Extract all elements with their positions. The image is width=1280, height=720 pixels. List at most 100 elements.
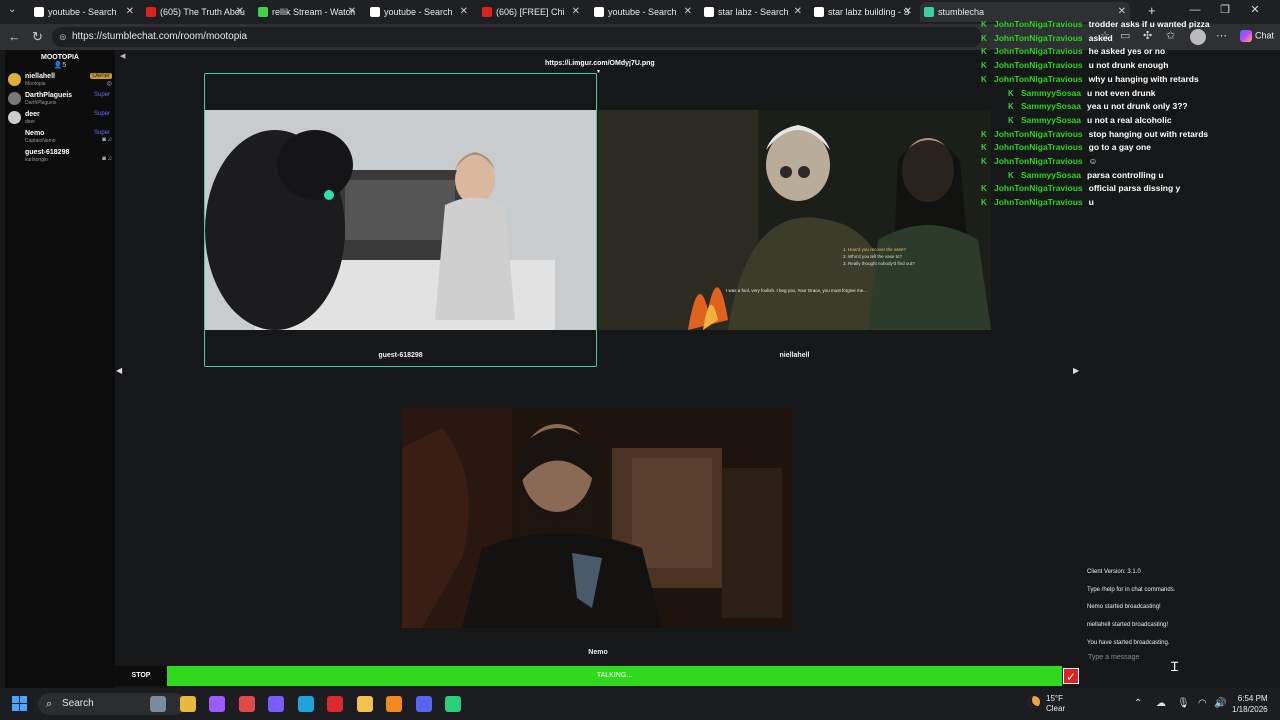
app-green-icon[interactable] — [445, 696, 461, 712]
close-tab-icon[interactable]: ✕ — [794, 2, 802, 22]
browser-tab[interactable]: youtube - Search ✕ — [366, 2, 472, 22]
chat-overlay-message: K JohnTonNigaTravious asked — [981, 33, 1113, 43]
chat-overlay-message: K JohnTonNigaTravious go to a gay one — [981, 142, 1151, 152]
microphone-icon[interactable]: 🎙 — [1177, 698, 1190, 709]
tab-label: youtube - Search — [608, 7, 677, 17]
chat-username: JohnTonNigaTravious — [994, 197, 1083, 208]
new-tab-button[interactable]: + — [1148, 3, 1156, 18]
tab-favicon-icon — [370, 7, 380, 17]
close-tab-icon[interactable]: ✕ — [460, 2, 468, 22]
tab-favicon-icon — [924, 7, 934, 17]
close-tab-icon[interactable]: ✕ — [126, 2, 134, 22]
chat-username: JohnTonNigaTravious — [994, 60, 1083, 71]
copilot-icon[interactable] — [209, 696, 225, 712]
browser-tab[interactable]: (605) The Truth Abou ✕ — [142, 2, 248, 22]
file-explorer-icon[interactable] — [179, 696, 196, 712]
voice-toggle-checkbox[interactable]: ✓ — [1063, 668, 1079, 684]
tab-label: star labz building - S — [828, 7, 910, 17]
chat-overlay-message: K SammyySosaa parsa controlling u — [1008, 170, 1164, 180]
user-handle: DarthPlagueis — [25, 100, 57, 106]
tab-label: rellik Stream - Watch — [272, 7, 356, 17]
refresh-icon[interactable]: ↻ — [32, 29, 43, 45]
chat-text: asked — [1088, 32, 1113, 43]
windows-start-icon[interactable] — [12, 696, 28, 712]
weather-widget[interactable]: 15°F Clear — [1046, 694, 1065, 714]
tab-actions-chevron-icon[interactable]: ⌄ — [8, 4, 16, 15]
next-cams-arrow-icon[interactable]: ▶ — [1073, 366, 1079, 375]
user-list-item[interactable]: Nemo CaptainNemo Super ◙ ♫ — [5, 128, 115, 147]
minimize-icon[interactable]: — — [1180, 4, 1210, 16]
user-role-badge: Super — [93, 111, 110, 117]
user-role-badge: Super — [93, 130, 110, 136]
browser-tab[interactable]: star labz - Search ✕ — [700, 2, 806, 22]
more-menu-icon[interactable]: ⋯ — [1216, 29, 1227, 42]
chat-text: stop hanging out with retards — [1088, 128, 1209, 139]
user-list-item[interactable]: deer deer Super — [5, 109, 115, 128]
browser-tab[interactable]: star labz building - S ✕ — [810, 2, 916, 22]
moon-weather-icon — [1028, 696, 1040, 708]
cam-video-niellahell: 1. How'd you recover the vase? 2. Who'd … — [598, 110, 991, 330]
proton-vpn-icon[interactable] — [268, 696, 284, 712]
back-icon[interactable]: ← — [8, 29, 21, 44]
close-window-icon[interactable]: ✕ — [1240, 3, 1270, 16]
chat-username: JohnTonNigaTravious — [994, 183, 1083, 194]
cam-label-guest: guest-618298 — [378, 352, 423, 359]
weather-condition: Clear — [1046, 704, 1066, 713]
user-badge-icon: K — [1008, 102, 1014, 112]
wifi-icon[interactable]: ◠ — [1198, 698, 1207, 709]
browser-tab[interactable]: youtube - Search ✕ — [30, 2, 138, 22]
extensions-icon[interactable]: ✣ — [1143, 29, 1152, 42]
push-to-talk-bar[interactable]: TALKING... — [167, 666, 1062, 686]
chat-text: why u hanging with retards — [1088, 73, 1199, 84]
user-badge-icon: K — [981, 33, 987, 43]
game-subtitle: I was a fool, very foolish. I beg you, Y… — [726, 288, 867, 293]
volume-icon[interactable]: 🔊 — [1214, 698, 1226, 709]
copilot-chat-button[interactable]: Chat — [1240, 30, 1274, 42]
close-tab-icon[interactable]: ✕ — [904, 2, 912, 22]
user-list-item[interactable]: DarthPlagueis DarthPlagueis Super — [5, 90, 115, 109]
close-tab-icon[interactable]: ✕ — [572, 2, 580, 22]
user-list-item[interactable]: niellahell Mootopia Owner ◎ — [5, 71, 115, 90]
chat-overlay-message: K SammyySosaa yea u not drunk only 3?? — [1008, 101, 1188, 111]
imgur-link[interactable]: https://i.imgur.com/OMdyj7U.png — [545, 60, 655, 67]
store-icon[interactable] — [238, 696, 255, 712]
system-clock[interactable]: 6:54 PM 1/18/2026 — [1232, 693, 1268, 715]
chat-message-input[interactable]: Type a message — [1088, 654, 1139, 661]
site-info-icon[interactable]: ⊜ — [59, 27, 67, 47]
tab-label: (606) [FREE] Chi — [496, 7, 565, 17]
window-controls: — ❐ ✕ — [1180, 3, 1270, 16]
url-field[interactable]: ⊜ https://stumblechat.com/room/mootopia — [52, 27, 982, 47]
close-tab-icon[interactable]: ✕ — [348, 2, 356, 22]
user-badge-icon: K — [981, 129, 987, 139]
tab-favicon-icon — [704, 7, 714, 17]
vlc-icon[interactable] — [386, 696, 402, 712]
opera-icon[interactable] — [327, 696, 343, 712]
text-cursor-icon: Ɪ — [1171, 659, 1179, 674]
edge-icon[interactable] — [297, 696, 314, 712]
system-message: niellahell started broadcasting! — [1087, 622, 1169, 628]
chat-overlay-message: K JohnTonNigaTravious stop hanging out wit… — [981, 129, 1208, 139]
discord-icon[interactable] — [415, 696, 432, 712]
reader-icon[interactable]: ▭ — [1120, 29, 1130, 42]
user-handle: deer — [25, 119, 36, 125]
widgets-icon[interactable] — [150, 696, 166, 712]
browser-tab[interactable]: youtube - Search ✕ — [590, 2, 696, 22]
chat-username: SammyySosaa — [1021, 114, 1082, 125]
user-badge-icon: K — [981, 157, 987, 166]
maximize-icon[interactable]: ❐ — [1210, 3, 1240, 16]
prev-cams-arrow-icon[interactable]: ◀ — [116, 366, 122, 375]
user-role-badge: Super — [93, 92, 110, 98]
user-list-item[interactable]: guest-618298 kurlsonglo ◙ ♫ — [5, 147, 115, 166]
browser-tab[interactable]: rellik Stream - Watch ✕ — [254, 2, 360, 22]
tray-overflow-icon[interactable]: ⌃ — [1134, 698, 1142, 709]
room-title: MOOTOPIA — [41, 54, 79, 61]
folder-icon[interactable] — [356, 696, 373, 712]
close-tab-icon[interactable]: ✕ — [236, 2, 244, 22]
browser-tab[interactable]: (606) [FREE] Chi ✕ — [478, 2, 584, 22]
favorites-bar-icon[interactable]: ✩ — [1166, 29, 1175, 42]
stop-broadcast-button[interactable]: STOP — [115, 666, 167, 686]
chat-username: JohnTonNigaTravious — [994, 156, 1083, 166]
cloud-icon[interactable]: ☁ — [1156, 698, 1166, 709]
close-tab-icon[interactable]: ✕ — [684, 2, 692, 22]
profile-avatar[interactable] — [1190, 29, 1206, 45]
